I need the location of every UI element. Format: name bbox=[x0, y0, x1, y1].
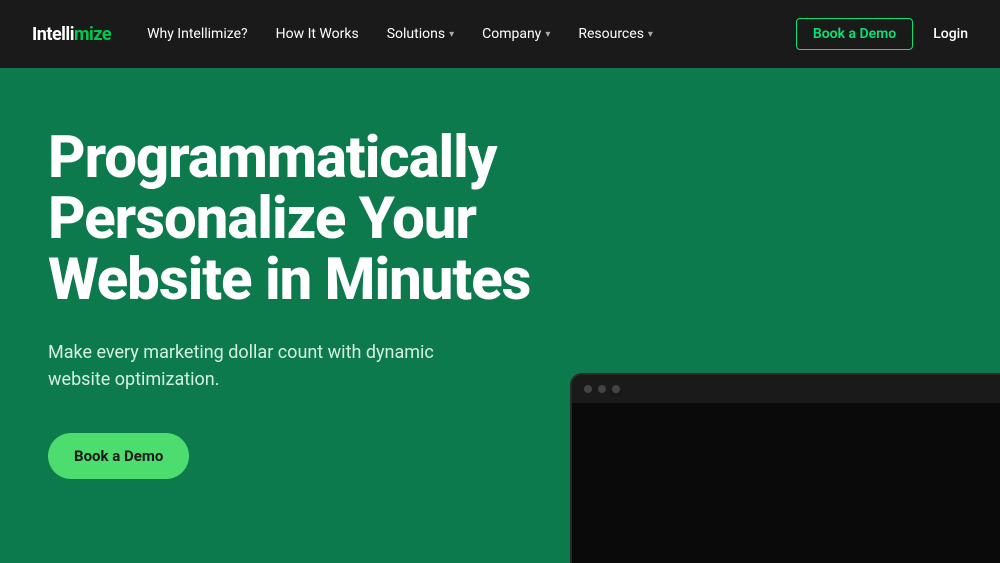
nav-item-solutions[interactable]: Solutions ▾ bbox=[387, 26, 454, 42]
chevron-down-icon: ▾ bbox=[545, 29, 550, 40]
browser-bar bbox=[572, 375, 1000, 403]
chevron-down-icon: ▾ bbox=[449, 29, 454, 40]
browser-dot-2 bbox=[598, 385, 606, 393]
hero-heading: Programmatically Personalize Your Websit… bbox=[48, 128, 568, 311]
hero-subheading: Make every marketing dollar count with d… bbox=[48, 339, 448, 393]
nav-link-how[interactable]: How It Works bbox=[276, 26, 359, 42]
nav-login-button[interactable]: Login bbox=[933, 26, 968, 42]
browser-mockup bbox=[570, 373, 1000, 563]
logo[interactable]: Intellimize bbox=[32, 24, 111, 45]
nav-item-resources[interactable]: Resources ▾ bbox=[578, 26, 653, 42]
browser-dot-1 bbox=[584, 385, 592, 393]
browser-dot-3 bbox=[612, 385, 620, 393]
hero-section: Programmatically Personalize Your Websit… bbox=[0, 68, 1000, 563]
nav-link-why[interactable]: Why Intellimize? bbox=[147, 26, 248, 42]
nav-item-why[interactable]: Why Intellimize? bbox=[147, 26, 248, 42]
nav-links: Why Intellimize? How It Works Solutions … bbox=[147, 26, 653, 42]
nav-item-company[interactable]: Company ▾ bbox=[482, 26, 550, 42]
hero-book-demo-button[interactable]: Book a Demo bbox=[48, 433, 189, 479]
hero-content: Programmatically Personalize Your Websit… bbox=[48, 128, 568, 479]
nav-link-solutions[interactable]: Solutions ▾ bbox=[387, 26, 454, 42]
nav-item-how[interactable]: How It Works bbox=[276, 26, 359, 42]
nav-left: Intellimize Why Intellimize? How It Work… bbox=[32, 24, 653, 45]
nav-link-resources[interactable]: Resources ▾ bbox=[578, 26, 653, 42]
nav-book-demo-button[interactable]: Book a Demo bbox=[796, 18, 913, 50]
nav-right: Book a Demo Login bbox=[796, 18, 968, 50]
navigation: Intellimize Why Intellimize? How It Work… bbox=[0, 0, 1000, 68]
nav-link-company[interactable]: Company ▾ bbox=[482, 26, 550, 42]
chevron-down-icon: ▾ bbox=[648, 29, 653, 40]
